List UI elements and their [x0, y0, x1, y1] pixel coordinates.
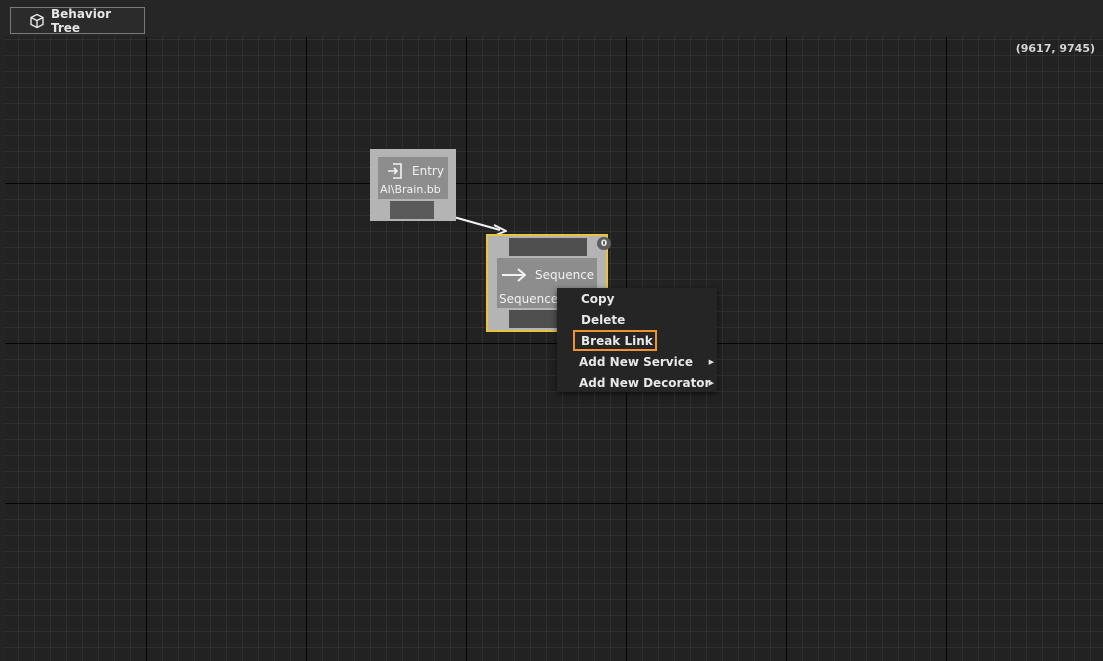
menu-item-add-new-decorator[interactable]: Add New Decorator ▶: [557, 372, 717, 393]
tab-behavior-tree[interactable]: Behavior Tree: [10, 6, 145, 35]
graph-canvas[interactable]: [5, 37, 1103, 661]
entry-node-header: Entry: [386, 159, 444, 183]
entry-icon: [386, 162, 404, 180]
sequence-input-port[interactable]: [509, 238, 587, 256]
submenu-arrow-icon: ▶: [708, 378, 714, 387]
menu-item-label: Add New Service: [579, 354, 693, 369]
menu-item-delete[interactable]: Delete: [557, 309, 717, 330]
context-menu: Copy Delete Break Link Add New Service ▶…: [557, 288, 717, 392]
entry-output-port[interactable]: [390, 201, 434, 219]
sequence-node-title: Sequence: [535, 268, 595, 282]
canvas-coordinates: (9617, 9745): [1015, 42, 1095, 55]
tab-label: Behavior Tree: [51, 6, 112, 35]
execution-order-badge: 0: [597, 237, 611, 250]
highlight-box: [573, 330, 657, 351]
menu-item-label: Copy: [581, 291, 615, 306]
entry-node-body: Entry AI\Brain.bb: [378, 157, 448, 199]
sequence-node-subtitle: Sequence: [499, 292, 559, 306]
title-bar: Behavior Tree: [0, 0, 1103, 40]
arrow-right-icon: [501, 267, 527, 283]
entry-node-title: Entry: [412, 164, 444, 178]
submenu-arrow-icon: ▶: [708, 357, 714, 366]
sequence-node-header: Sequence: [501, 264, 594, 286]
menu-item-copy[interactable]: Copy: [557, 288, 717, 309]
menu-item-label: Delete: [581, 312, 626, 327]
menu-item-label: Add New Decorator: [579, 375, 711, 390]
menu-item-break-link[interactable]: Break Link: [557, 330, 717, 351]
menu-item-add-new-service[interactable]: Add New Service ▶: [557, 351, 717, 372]
entry-node[interactable]: Entry AI\Brain.bb: [370, 149, 456, 221]
entry-node-subtitle: AI\Brain.bb: [380, 183, 441, 196]
behavior-tree-window: Behavior Tree (9617, 9745) Entry AI\Brai…: [0, 0, 1103, 661]
cube-icon: [29, 13, 45, 29]
